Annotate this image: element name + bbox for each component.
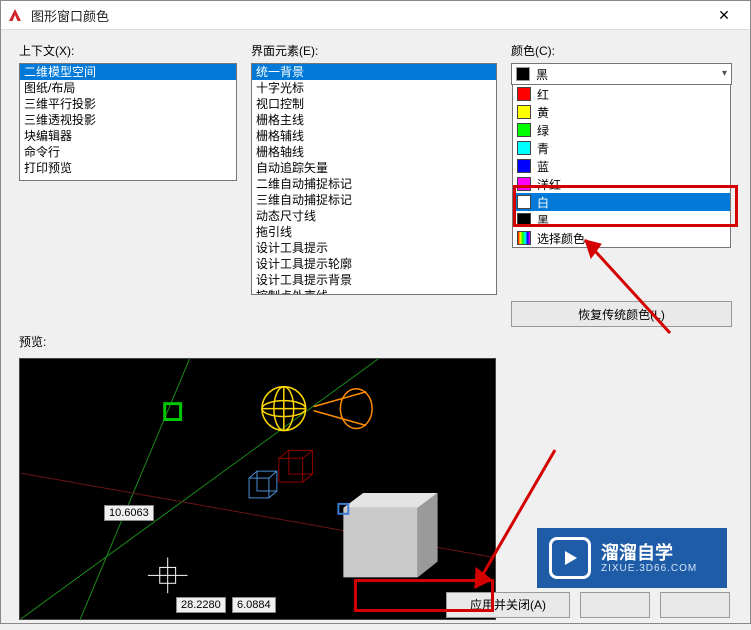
element-item[interactable]: 设计工具提示背景 (252, 272, 496, 288)
color-option-label: 洋红 (537, 176, 561, 193)
current-color-swatch (516, 67, 530, 81)
color-swatch (517, 195, 531, 209)
color-label: 颜色(C): (511, 42, 732, 59)
color-option[interactable]: 青 (513, 139, 730, 157)
element-item[interactable]: 视口控制 (252, 96, 496, 112)
context-item[interactable]: 命令行 (20, 144, 236, 160)
color-select[interactable]: 黑 ▾ 红黄绿青蓝洋红白黑选择颜色... (511, 63, 732, 85)
context-label: 上下文(X): (19, 42, 237, 59)
current-color-name: 黑 (536, 66, 548, 83)
context-item[interactable]: 图纸/布局 (20, 80, 236, 96)
close-icon: ✕ (718, 7, 730, 24)
element-item[interactable]: 栅格主线 (252, 112, 496, 128)
element-item[interactable]: 拖引线 (252, 224, 496, 240)
context-listbox[interactable]: 二维模型空间图纸/布局三维平行投影三维透视投影块编辑器命令行打印预览 (19, 63, 237, 181)
color-option-label: 青 (537, 140, 549, 157)
color-swatch (517, 87, 531, 101)
color-swatch (517, 141, 531, 155)
color-option-label: 黄 (537, 104, 549, 121)
color-swatch (517, 177, 531, 191)
element-item[interactable]: 设计工具提示 (252, 240, 496, 256)
preview-graphic (20, 359, 495, 619)
element-item[interactable]: 设计工具提示轮廓 (252, 256, 496, 272)
color-option[interactable]: 蓝 (513, 157, 730, 175)
context-item[interactable]: 三维平行投影 (20, 96, 236, 112)
extra-button-2[interactable] (660, 592, 730, 618)
annotation-arrow-2 (460, 440, 580, 600)
app-icon (7, 7, 23, 23)
elements-label: 界面元素(E): (251, 42, 497, 59)
color-swatch (517, 123, 531, 137)
color-dropdown[interactable]: 红黄绿青蓝洋红白黑选择颜色... (512, 85, 731, 248)
coord-b: 28.2280 (176, 597, 226, 613)
coord-c: 6.0884 (232, 597, 276, 613)
context-item[interactable]: 二维模型空间 (20, 64, 236, 80)
color-option[interactable]: 黄 (513, 103, 730, 121)
elements-listbox[interactable]: 统一背景十字光标视口控制栅格主线栅格辅线栅格轴线自动追踪矢量二维自动捕捉标记三维… (251, 63, 497, 295)
element-item[interactable]: 十字光标 (252, 80, 496, 96)
logo-text-big: 溜溜自学 (601, 543, 697, 563)
extra-button-1[interactable] (580, 592, 650, 618)
element-item[interactable]: 二维自动捕捉标记 (252, 176, 496, 192)
element-item[interactable]: 三维自动捕捉标记 (252, 192, 496, 208)
annotation-arrow-1 (565, 228, 685, 348)
chevron-down-icon: ▾ (722, 68, 727, 79)
element-item[interactable]: 自动追踪矢量 (252, 160, 496, 176)
element-item[interactable]: 动态尺寸线 (252, 208, 496, 224)
context-item[interactable]: 三维透视投影 (20, 112, 236, 128)
color-option[interactable]: 黑 (513, 211, 730, 229)
color-option[interactable]: 洋红 (513, 175, 730, 193)
color-option[interactable]: 红 (513, 85, 730, 103)
element-item[interactable]: 统一背景 (252, 64, 496, 80)
color-option-label: 白 (537, 194, 549, 211)
color-option-label: 黑 (537, 212, 549, 229)
titlebar: 图形窗口颜色 ✕ (1, 1, 750, 30)
close-button[interactable]: ✕ (704, 1, 744, 29)
color-option-label: 蓝 (537, 158, 549, 175)
color-swatch (517, 231, 531, 245)
element-item[interactable]: 控制点外壳线 (252, 288, 496, 295)
color-option[interactable]: 绿 (513, 121, 730, 139)
coord-a: 10.6063 (104, 505, 154, 521)
color-swatch (517, 105, 531, 119)
color-swatch (517, 213, 531, 227)
window-title: 图形窗口颜色 (31, 6, 704, 25)
element-item[interactable]: 栅格轴线 (252, 144, 496, 160)
context-item[interactable]: 块编辑器 (20, 128, 236, 144)
color-swatch (517, 159, 531, 173)
preview-area: 10.6063 28.2280 6.0884 (19, 358, 496, 620)
element-item[interactable]: 栅格辅线 (252, 128, 496, 144)
context-item[interactable]: 打印预览 (20, 160, 236, 176)
logo-text-small: ZIXUE.3D66.COM (601, 563, 697, 574)
color-option-label: 红 (537, 86, 549, 103)
color-option-label: 绿 (537, 122, 549, 139)
color-option[interactable]: 白 (513, 193, 730, 211)
